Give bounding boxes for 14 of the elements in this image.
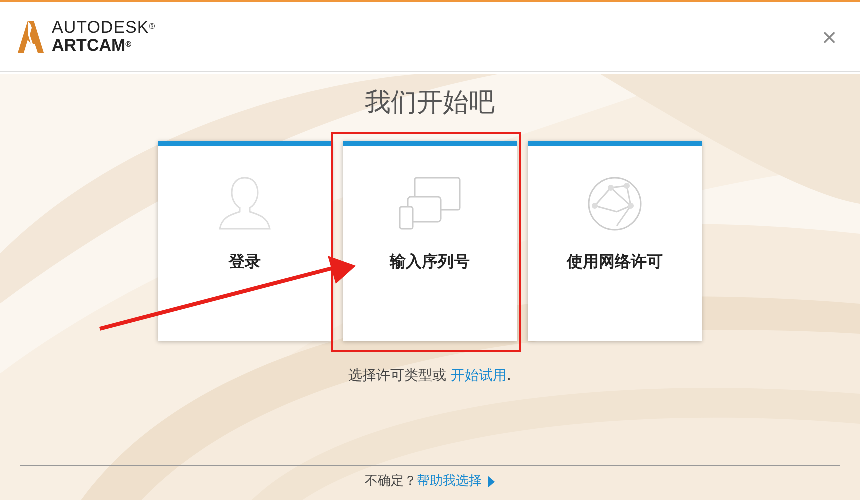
footer-text: 不确定？: [365, 473, 417, 492]
brand-name: AUTODESK$^{®}$: [52, 18, 156, 36]
prompt-text: 选择许可类型或 开始试用.: [348, 367, 512, 386]
devices-icon: [398, 176, 462, 232]
license-option-card[interactable]: 输入序列号: [343, 141, 517, 341]
play-arrow-icon: [488, 476, 495, 488]
globe-network-icon: [587, 176, 643, 232]
logo-icon: [18, 20, 44, 52]
license-option-card[interactable]: 登录: [158, 141, 332, 341]
close-button[interactable]: ×: [817, 26, 842, 46]
person-icon: [217, 176, 273, 232]
product-name: ARTCAM$^{®}$: [52, 36, 133, 54]
dialog-title: 我们开始吧: [365, 87, 495, 120]
license-option-card[interactable]: 使用网络许可: [528, 141, 702, 341]
